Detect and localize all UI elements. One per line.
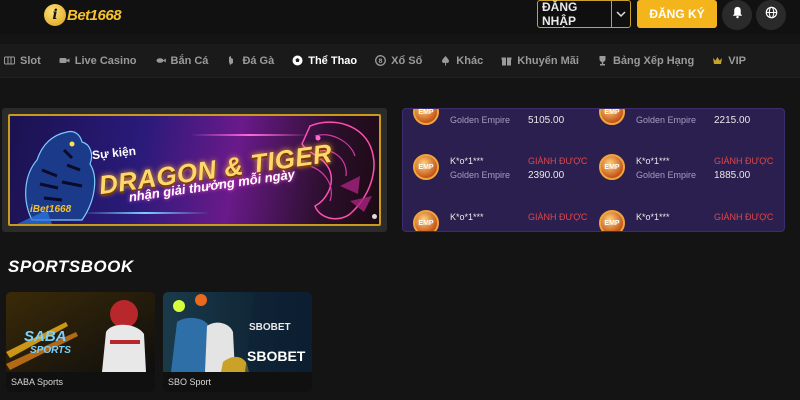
winner-game: Golden Empire bbox=[636, 170, 697, 180]
language-button[interactable] bbox=[756, 0, 786, 30]
register-button[interactable]: ĐĂNG KÝ bbox=[637, 0, 717, 28]
winner-amount: 5105.00 bbox=[528, 115, 565, 126]
bell-icon bbox=[731, 6, 744, 24]
login-button[interactable]: ĐĂNG NHẬP bbox=[537, 0, 631, 28]
chevron-down-icon[interactable] bbox=[612, 9, 630, 19]
nav-item-slot[interactable]: Slot bbox=[4, 55, 41, 67]
saba-sports-card[interactable]: SABA SPORTS SABA Sports bbox=[6, 292, 155, 392]
nav-item-label: Xổ Số bbox=[391, 54, 423, 67]
nav-item-label: Slot bbox=[20, 54, 41, 67]
site-logo[interactable]: i Bet1668 bbox=[44, 2, 122, 28]
golden-empire-game-icon: EMP bbox=[413, 109, 439, 125]
promo-banner-frame: Sự kiện DRAGON & TIGER nhận giải thưởng … bbox=[2, 108, 387, 232]
nav-item-label: Thể Thao bbox=[308, 54, 358, 67]
lottery-icon: 8 bbox=[375, 55, 387, 66]
golden-empire-game-icon: EMP bbox=[599, 154, 625, 180]
globe-icon bbox=[765, 6, 778, 24]
nav-item-label: Khác bbox=[456, 54, 484, 67]
sbobet-logo-small: SBOBET bbox=[249, 322, 291, 333]
logo-text: Bet1668 bbox=[67, 6, 122, 24]
winner-entry: EMP K*o*1*** GIÀNH ĐƯỢC Golden Empire 23… bbox=[403, 154, 589, 204]
nav-item-label: Đá Gà bbox=[242, 54, 275, 67]
slot-icon bbox=[4, 55, 15, 66]
winner-entry: EMP K*o*1*** GIÀNH ĐƯỢC bbox=[589, 210, 775, 231]
winner-amount: 1885.00 bbox=[714, 170, 751, 181]
nav-item-label: Live Casino bbox=[74, 54, 137, 67]
saba-logo-subtext: SPORTS bbox=[30, 345, 71, 356]
login-button-label: ĐĂNG NHẬP bbox=[542, 0, 578, 28]
soccer-ball-icon bbox=[292, 55, 303, 66]
spade-icon bbox=[440, 55, 451, 66]
saba-logo-text: SABA bbox=[24, 328, 67, 345]
winner-amount: 2390.00 bbox=[528, 170, 565, 181]
nav-item-label: Bắn Cá bbox=[170, 54, 209, 67]
nav-item-khuyen-mai[interactable]: Khuyến Mãi bbox=[501, 55, 579, 67]
winner-user: K*o*1*** bbox=[636, 212, 670, 222]
golden-empire-game-icon: EMP bbox=[413, 154, 439, 180]
winner-game: Golden Empire bbox=[450, 115, 511, 125]
trophy-icon bbox=[597, 55, 608, 66]
banner-logo: iBet1668 bbox=[30, 204, 72, 215]
winner-entry: EMP K*o*1*** GIÀNH ĐƯỢC Golden Empire 18… bbox=[589, 154, 775, 204]
winner-user: K*o*1*** bbox=[450, 212, 484, 222]
logo-badge: i bbox=[44, 4, 66, 26]
fish-icon bbox=[155, 55, 166, 66]
nav-item-xo-so[interactable]: 8 Xổ Số bbox=[375, 55, 422, 67]
nav-item-label: Khuyến Mãi bbox=[517, 54, 579, 67]
winner-user: K*o*1*** bbox=[636, 156, 670, 166]
winner-won-label: GIÀNH ĐƯỢC bbox=[714, 156, 774, 166]
notification-button[interactable] bbox=[722, 0, 752, 30]
nav-item-khac[interactable]: Khác bbox=[440, 55, 483, 67]
rooster-icon bbox=[226, 55, 237, 66]
winner-won-label: GIÀNH ĐƯỢC bbox=[714, 212, 774, 222]
nav-item-the-thao[interactable]: Thể Thao bbox=[292, 55, 357, 67]
golden-empire-game-icon: EMP bbox=[413, 210, 439, 231]
winner-entry: EMP Golden Empire 2215.00 bbox=[589, 109, 775, 149]
sbo-sport-card[interactable]: SBOBET SBOBET SBO Sport bbox=[163, 292, 312, 392]
top-header: i Bet1668 ĐĂNG NHẬP ĐĂNG KÝ bbox=[0, 0, 800, 34]
golden-empire-game-icon: EMP bbox=[599, 109, 625, 125]
winner-amount: 2215.00 bbox=[714, 115, 751, 126]
nav-item-da-ga[interactable]: Đá Gà bbox=[226, 55, 274, 67]
sbobet-logo-text: SBOBET bbox=[247, 348, 306, 364]
nav-item-live-casino[interactable]: Live Casino bbox=[59, 55, 137, 67]
nav-item-label: VIP bbox=[728, 54, 746, 67]
vip-icon bbox=[712, 55, 723, 66]
winner-won-label: GIÀNH ĐƯỢC bbox=[528, 212, 588, 222]
nav-item-ban-ca[interactable]: Bắn Cá bbox=[155, 54, 209, 67]
carousel-dot[interactable] bbox=[372, 214, 377, 219]
golden-empire-game-icon: EMP bbox=[599, 210, 625, 231]
winner-game: Golden Empire bbox=[636, 115, 697, 125]
promo-banner[interactable]: Sự kiện DRAGON & TIGER nhận giải thưởng … bbox=[8, 114, 381, 226]
card-label: SBO Sport bbox=[163, 372, 312, 392]
winner-entry: EMP Golden Empire 5105.00 bbox=[403, 109, 589, 149]
winner-entry: EMP K*o*1*** GIÀNH ĐƯỢC bbox=[403, 210, 589, 231]
nav-item-label: Bảng Xếp Hạng bbox=[612, 54, 695, 67]
sportsbook-heading: SPORTSBOOK bbox=[8, 257, 134, 276]
recent-winners-panel: EMP Golden Empire 5105.00 EMP Golden Emp… bbox=[402, 108, 785, 232]
nav-item-vip[interactable]: VIP bbox=[712, 55, 746, 67]
winner-user: K*o*1*** bbox=[450, 156, 484, 166]
winner-won-label: GIÀNH ĐƯỢC bbox=[528, 156, 588, 166]
main-nav: Slot Live Casino Bắn Cá Đá Gà Thể Thao 8… bbox=[0, 44, 800, 78]
nav-item-bang-xep-hang[interactable]: Bảng Xếp Hạng bbox=[597, 55, 694, 67]
camera-icon bbox=[59, 55, 70, 66]
winner-game: Golden Empire bbox=[450, 170, 511, 180]
card-label: SABA Sports bbox=[6, 372, 155, 392]
gift-icon bbox=[501, 55, 512, 66]
svg-text:8: 8 bbox=[379, 58, 383, 65]
